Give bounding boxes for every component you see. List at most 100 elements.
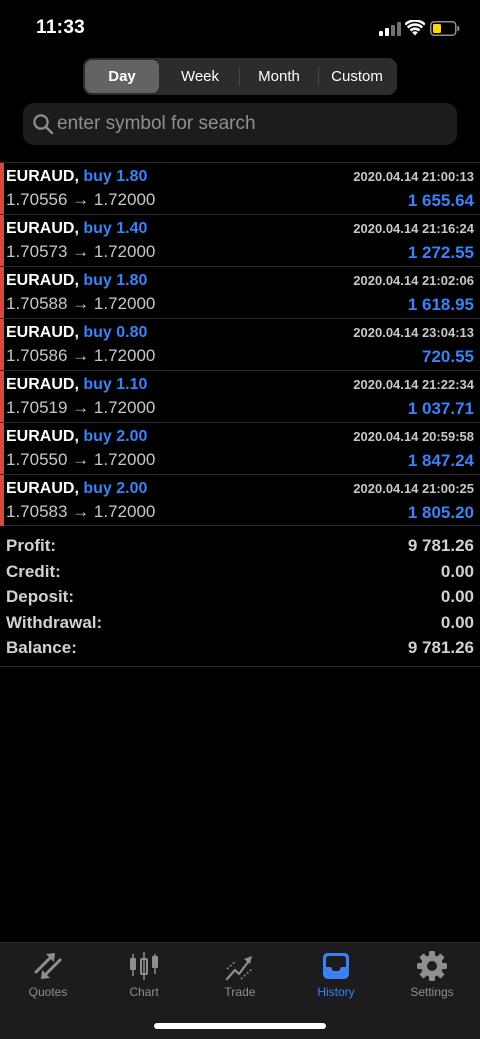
summary-profit-row: Profit: 9 781.26 — [0, 533, 480, 559]
deal-symbol-line: EURAUD, buy 2.00 — [6, 480, 147, 498]
buy-marker — [0, 371, 4, 422]
deal-type: buy 2.00 — [83, 428, 148, 445]
buy-marker — [0, 319, 4, 370]
history-icon — [323, 953, 349, 979]
deal-symbol-line: EURAUD, buy 1.10 — [6, 376, 147, 394]
wifi-icon — [405, 20, 425, 36]
summary-withdrawal-label: Withdrawal: — [6, 612, 103, 632]
deal-time: 2020.04.14 21:16:24 — [353, 221, 474, 236]
summary-deposit-row: Deposit: 0.00 — [0, 584, 480, 610]
buy-marker — [0, 267, 4, 318]
deal-prices: 1.70583 → 1.72000 — [6, 502, 156, 521]
tab-chart-label: Chart — [129, 985, 159, 999]
deal-prices: 1.70550 → 1.72000 — [6, 450, 156, 469]
summary-deposit-label: Deposit: — [6, 587, 74, 606]
deal-row[interactable]: EURAUD, buy 1.80 1.70588 → 1.72000 2020.… — [0, 266, 480, 318]
deal-row[interactable]: EURAUD, buy 1.10 1.70519 → 1.72000 2020.… — [0, 370, 480, 422]
summary-withdrawal-value: 0.00 — [440, 612, 474, 632]
tab-history-label: History — [317, 985, 355, 999]
deal-type: buy 0.80 — [83, 324, 148, 341]
deal-type: buy 1.80 — [83, 168, 148, 185]
trade-icon — [225, 956, 253, 981]
summary-deposit-value: 0.00 — [440, 587, 474, 606]
deal-row[interactable]: EURAUD, buy 2.00 1.70583 → 1.72000 2020.… — [0, 474, 480, 526]
deal-time: 2020.04.14 21:00:13 — [353, 169, 474, 184]
tab-settings[interactable]: Settings — [384, 943, 480, 1003]
segment-day[interactable]: Day — [85, 60, 159, 93]
deal-profit: 1 805.20 — [407, 503, 474, 522]
deal-symbol-line: EURAUD, buy 1.80 — [6, 168, 147, 186]
summary-credit-row: Credit: 0.00 — [0, 559, 480, 585]
deals-list: EURAUD, buy 1.80 1.70556 → 1.72000 2020.… — [0, 162, 480, 526]
search-icon — [33, 114, 54, 135]
deal-symbol: EURAUD, — [6, 480, 79, 497]
history-screen: 11:33 Day Week Month Custom enter symbol… — [0, 0, 480, 1039]
settings-icon — [417, 951, 447, 981]
deal-symbol: EURAUD, — [6, 272, 79, 289]
deal-prices: 1.70556 → 1.72000 — [6, 190, 156, 209]
deal-symbol: EURAUD, — [6, 428, 79, 445]
deal-time: 2020.04.14 21:22:34 — [353, 377, 474, 392]
deal-time: 2020.04.14 20:59:58 — [353, 429, 474, 444]
tab-trade[interactable]: Trade — [192, 943, 288, 1003]
deal-time: 2020.04.14 23:04:13 — [353, 325, 474, 340]
deal-prices: 1.70588 → 1.72000 — [6, 294, 156, 313]
status-bar: 11:33 — [0, 0, 480, 58]
quotes-icon — [34, 953, 62, 979]
home-indicator — [154, 1023, 326, 1029]
period-segmented-control: Day Week Month Custom — [83, 58, 397, 95]
buy-marker — [0, 215, 4, 266]
deal-profit: 720.55 — [422, 347, 474, 366]
deal-row[interactable]: EURAUD, buy 1.40 1.70573 → 1.72000 2020.… — [0, 214, 480, 266]
buy-marker — [0, 423, 4, 474]
deal-prices: 1.70586 → 1.72000 — [6, 346, 156, 365]
battery-icon — [430, 21, 460, 36]
deal-type: buy 1.40 — [83, 220, 148, 237]
deal-row[interactable]: EURAUD, buy 0.80 1.70586 → 1.72000 2020.… — [0, 318, 480, 370]
deal-type: buy 2.00 — [83, 480, 148, 497]
tab-chart[interactable]: Chart — [96, 943, 192, 1003]
deal-symbol-line: EURAUD, buy 1.40 — [6, 220, 147, 238]
deal-type: buy 1.10 — [83, 376, 148, 393]
deal-symbol-line: EURAUD, buy 1.80 — [6, 272, 147, 290]
tab-history[interactable]: History — [288, 943, 384, 1003]
chart-icon — [130, 952, 158, 980]
deal-profit: 1 272.55 — [407, 243, 474, 262]
deal-symbol: EURAUD, — [6, 376, 79, 393]
symbol-search-bar — [23, 103, 457, 145]
deal-prices: 1.70573 → 1.72000 — [6, 242, 156, 261]
deal-row[interactable]: EURAUD, buy 1.80 1.70556 → 1.72000 2020.… — [0, 162, 480, 214]
segment-month[interactable]: Month — [240, 60, 318, 93]
deal-profit: 1 037.71 — [407, 399, 474, 418]
deal-profit: 1 618.95 — [407, 295, 474, 314]
search-input[interactable] — [57, 103, 447, 145]
summary-withdrawal-row: Withdrawal: 0.00 — [0, 610, 480, 636]
deal-symbol-line: EURAUD, buy 2.00 — [6, 428, 147, 446]
tab-quotes[interactable]: Quotes — [0, 943, 96, 1003]
summary-credit-value: 0.00 — [440, 561, 474, 581]
summary-profit-label: Profit: — [6, 536, 57, 555]
deal-symbol-line: EURAUD, buy 0.80 — [6, 324, 147, 342]
deal-symbol: EURAUD, — [6, 324, 79, 341]
deal-profit: 1 655.64 — [407, 191, 474, 210]
status-time: 11:33 — [36, 17, 86, 38]
summary-balance-value: 9 781.26 — [407, 638, 474, 657]
deal-symbol: EURAUD, — [6, 168, 79, 185]
buy-marker — [0, 475, 4, 526]
summary-credit-label: Credit: — [6, 561, 61, 581]
tab-quotes-label: Quotes — [28, 985, 68, 999]
deal-time: 2020.04.14 21:00:25 — [353, 481, 474, 496]
summary-balance-row: Balance: 9 781.26 — [0, 635, 480, 661]
history-summary: Profit: 9 781.26 Credit: 0.00 Deposit: 0… — [0, 533, 480, 667]
cellular-signal-icon — [379, 22, 401, 36]
summary-balance-label: Balance: — [6, 638, 77, 657]
buy-marker — [0, 163, 4, 214]
deal-type: buy 1.80 — [83, 272, 148, 289]
deal-row[interactable]: EURAUD, buy 2.00 1.70550 → 1.72000 2020.… — [0, 422, 480, 474]
segment-week[interactable]: Week — [162, 60, 238, 93]
segment-custom[interactable]: Custom — [319, 60, 395, 93]
tab-trade-label: Trade — [224, 985, 256, 999]
deal-prices: 1.70519 → 1.72000 — [6, 398, 156, 417]
deal-profit: 1 847.24 — [407, 451, 474, 470]
deal-time: 2020.04.14 21:02:06 — [353, 273, 474, 288]
